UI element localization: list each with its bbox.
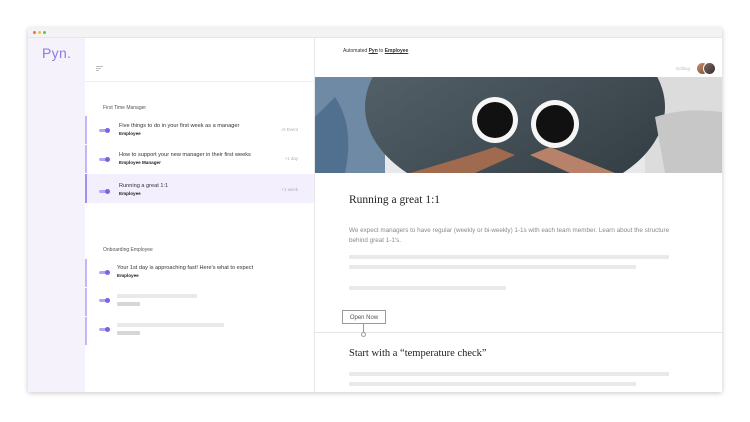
item-role: Employee [119,131,141,136]
item-toggle[interactable] [99,128,110,133]
section-title-onboarding-employee: Onboarding Employee [103,247,153,253]
sequence-item[interactable]: Five things to do in your first week as … [85,116,314,144]
card-title: Running a great 1:1 [349,194,441,206]
editing-label: Editing [676,66,690,71]
item-toggle[interactable] [99,189,110,194]
item-toggle[interactable] [99,270,110,275]
item-time: At Event [281,127,298,132]
placeholder-line [349,286,506,290]
sequence-item-placeholder[interactable] [85,288,314,316]
item-indicator [85,317,87,345]
panel-divider [85,81,314,82]
placeholder-line [117,294,197,298]
item-indicator [85,288,87,316]
breadcrumb-link-pyn[interactable]: Pyn [369,48,378,54]
section-divider [315,332,722,333]
placeholder-line [349,372,669,376]
item-indicator [85,259,87,287]
hero-image [315,77,722,173]
window-minimize-dot[interactable] [38,31,41,34]
section-title-first-time-manager: First Time Manager [103,105,147,111]
connector-dot [361,332,366,337]
placeholder-line [349,265,636,269]
item-toggle[interactable] [99,327,110,332]
app-window: Pyn. First Time Manager Five things to d… [28,28,722,392]
placeholder-line [117,331,140,335]
placeholder-line [117,302,140,306]
window-close-dot[interactable] [33,31,36,34]
placeholder-line [117,323,224,327]
breadcrumb: Automated Pyn to Employee [343,48,408,54]
item-time: +1 week [281,187,298,192]
breadcrumb-prefix: Automated [343,48,368,54]
item-title: Running a great 1:1 [119,183,169,189]
sequence-panel: First Time Manager Five things to do in … [85,38,315,392]
item-indicator [85,116,87,144]
open-now-button[interactable]: Open Now [342,310,386,324]
breadcrumb-middle: to [379,48,384,54]
app-sidebar: Pyn. [28,38,86,392]
breadcrumb-link-employee[interactable]: Employee [385,48,409,54]
item-title: Five things to do in your first week as … [119,123,240,129]
item-toggle[interactable] [99,157,110,162]
item-toggle[interactable] [99,298,110,303]
sequence-item[interactable]: How to support your new manager in their… [85,145,314,173]
content-main: Automated Pyn to Employee Editing Runnin… [315,38,722,392]
item-indicator [85,145,87,173]
app-logo[interactable]: Pyn. [42,45,71,61]
item-title: How to support your new manager in their… [119,152,251,158]
sequence-item-placeholder[interactable] [85,317,314,345]
item-role: Employee [119,191,141,196]
message-card[interactable]: Running a great 1:1 We expect managers t… [326,173,710,333]
item-role: Employee [117,273,139,278]
sequence-item[interactable]: Your 1st day is approaching fast! Here's… [85,259,314,287]
item-indicator [85,174,87,203]
window-maximize-dot[interactable] [43,31,46,34]
window-titlebar [28,28,722,38]
item-title: Your 1st day is approaching fast! Here's… [117,265,254,271]
item-role: Employee Manager [119,160,161,165]
card-body: We expect managers to have regular (week… [349,227,670,244]
next-card-title: Start with a “temperature check” [349,348,487,359]
placeholder-line [349,255,669,259]
filter-menu-icon[interactable] [96,66,103,71]
placeholder-line [349,382,636,386]
avatar[interactable] [703,62,716,75]
coffee-photo [315,77,722,173]
item-time: +1 day [284,156,298,161]
sequence-item-active[interactable]: Running a great 1:1 Employee +1 week [85,174,314,203]
